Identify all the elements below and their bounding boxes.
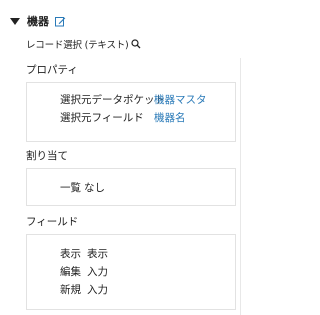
assign-label: 一覧 (60, 181, 81, 194)
field-label: 新規 (60, 283, 81, 296)
section-title: 機器 (27, 15, 49, 28)
field-label: 編集 (60, 265, 81, 278)
field-value: 表示 (87, 247, 108, 260)
assign-value: なし (84, 181, 105, 194)
assign-row: 一覧 なし (60, 179, 105, 195)
edit-icon[interactable] (55, 16, 66, 27)
field-type-label: レコード選択 (テキスト) (26, 36, 141, 52)
assign-title: 割り当て (26, 150, 68, 162)
search-icon (130, 39, 141, 49)
caret-down-icon[interactable] (10, 17, 20, 25)
field-row: 編集 入力 (60, 263, 108, 279)
field-type-text: レコード選択 (テキスト) (26, 40, 129, 51)
fields-card: 表示 表示 編集 入力 新規 入力 (26, 234, 236, 310)
panel-divider (240, 58, 241, 315)
field-value: 入力 (87, 265, 108, 278)
property-label: 選択元データポケット (60, 93, 165, 106)
properties-title: プロパティ (26, 64, 78, 76)
properties-card: 選択元データポケット 機器マスタ 選択元フィールド 機器名 (26, 82, 236, 142)
field-value: 入力 (87, 283, 108, 296)
property-row: 選択元データポケット 機器マスタ (60, 91, 207, 107)
property-value-link[interactable]: 機器名 (154, 110, 186, 125)
property-value-link[interactable]: 機器マスタ (154, 92, 207, 107)
fields-section: フィールド 表示 表示 編集 入力 新規 入力 (26, 214, 236, 310)
properties-section: プロパティ 選択元データポケット 機器マスタ 選択元フィールド 機器名 (26, 62, 236, 142)
component-panel: 機器 レコード選択 (テキスト) プロパティ 選択元データポケット 機器マスタ … (0, 0, 246, 315)
fields-title: フィールド (26, 216, 79, 228)
assign-section: 割り当て 一覧 なし (26, 148, 236, 206)
property-row: 選択元フィールド 機器名 (60, 109, 186, 125)
field-row: 表示 表示 (60, 245, 108, 261)
section-header: 機器 (10, 12, 66, 30)
field-row: 新規 入力 (60, 281, 108, 297)
assign-card: 一覧 なし (26, 168, 236, 206)
field-label: 表示 (60, 247, 81, 260)
property-label: 選択元フィールド (60, 111, 144, 124)
